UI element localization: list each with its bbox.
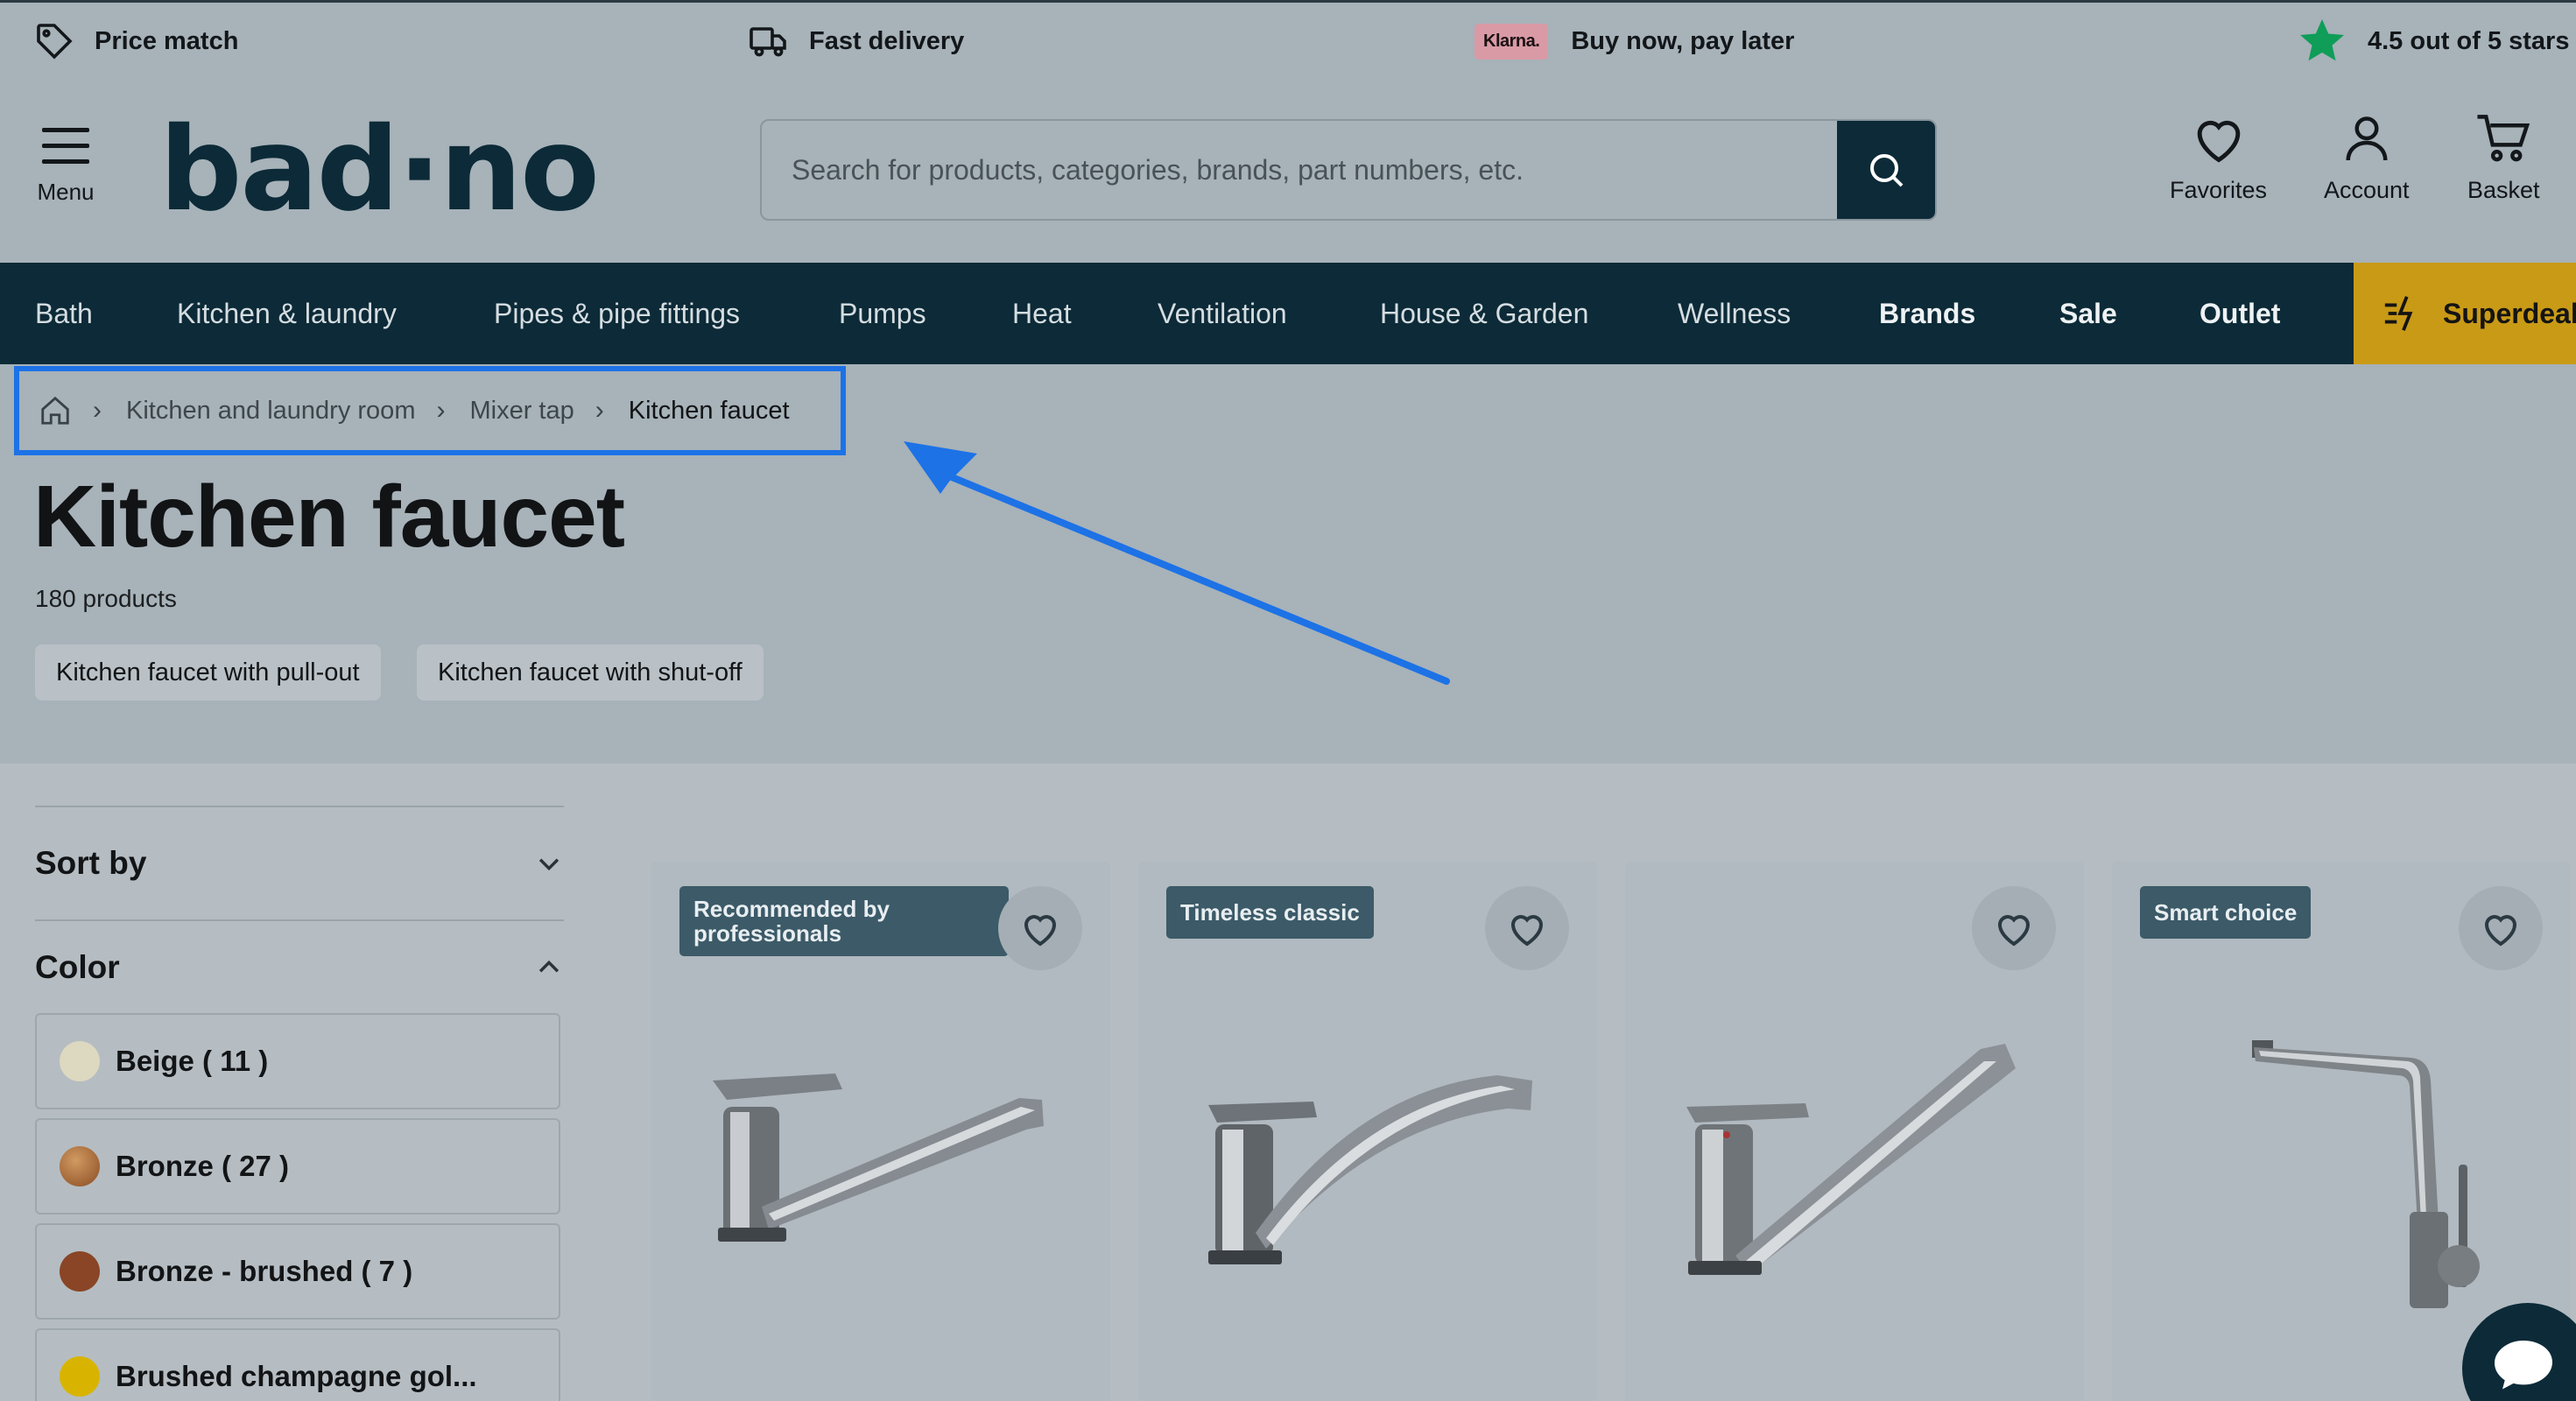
- favorite-button[interactable]: [2459, 886, 2543, 970]
- klarna-logo: Klarna.: [1475, 23, 1549, 60]
- breadcrumb-item-kitchen-laundry[interactable]: Kitchen and laundry room: [126, 397, 415, 426]
- heart-icon: [1997, 915, 2031, 947]
- nav-item-superdeal[interactable]: Superdeal: [2354, 263, 2576, 364]
- color-swatch: [60, 1251, 100, 1292]
- account-button[interactable]: Account: [2324, 112, 2410, 204]
- color-swatch: [60, 1146, 100, 1186]
- breadcrumb-item-current: Kitchen faucet: [628, 396, 790, 425]
- product-card[interactable]: Timeless classic: [1138, 862, 1597, 1401]
- chevron-right-icon: ›: [93, 396, 102, 425]
- menu-button[interactable]: Menu: [32, 126, 100, 222]
- site-logo[interactable]: bad·no: [159, 112, 600, 228]
- favorite-button[interactable]: [1485, 886, 1569, 970]
- category-nav: Bath Kitchen & laundry Pipes & pipe fitt…: [0, 263, 2576, 364]
- chevron-right-icon: ›: [595, 396, 604, 425]
- color-option-bronze-brushed[interactable]: Bronze - brushed ( 7 ): [35, 1223, 560, 1320]
- annotation-arrow: [904, 441, 1450, 685]
- color-option-label: Bronze ( 27 ): [116, 1150, 290, 1182]
- nav-item-brands[interactable]: Brands: [1879, 263, 1975, 364]
- product-badge: Timeless classic: [1166, 886, 1374, 940]
- color-filter[interactable]: Color: [35, 919, 564, 1014]
- usp-rating-label: 4.5 out of 5 stars: [2368, 26, 2570, 55]
- nav-item-pumps[interactable]: Pumps: [839, 263, 926, 364]
- nav-item-ventilation[interactable]: Ventilation: [1158, 263, 1287, 364]
- search-bar: [760, 119, 1937, 221]
- product-card[interactable]: [1625, 862, 2084, 1401]
- search-icon: [1870, 154, 1904, 187]
- product-image: [713, 1074, 1044, 1242]
- home-icon[interactable]: [39, 394, 72, 427]
- sort-by-title: Sort by: [35, 845, 147, 881]
- price-tag-icon: [37, 24, 73, 60]
- color-option-bronze[interactable]: Bronze ( 27 ): [35, 1118, 560, 1214]
- product-badge: Recommended by professionals: [679, 886, 1009, 957]
- product-count: 180 products: [35, 585, 177, 612]
- chevron-right-icon: ›: [436, 396, 446, 425]
- usp-price-match[interactable]: Price match: [33, 18, 238, 64]
- search-input[interactable]: [762, 121, 1841, 219]
- nav-item-wellness[interactable]: Wellness: [1678, 263, 1791, 364]
- chevron-down-icon: [538, 858, 560, 871]
- usp-rating[interactable]: 4.5 out of 5 stars: [2296, 18, 2569, 64]
- basket-label: Basket: [2467, 177, 2540, 203]
- chevron-up-icon: [538, 960, 560, 973]
- site-header: Menu bad·no Favorites Account Basket: [0, 77, 2576, 263]
- nav-item-pipes[interactable]: Pipes & pipe fittings: [494, 263, 740, 364]
- usp-fast-delivery-label: Fast delivery: [809, 26, 965, 55]
- heart-icon: [2197, 120, 2240, 163]
- color-option-label: Brushed champagne gol...: [116, 1360, 477, 1392]
- cart-icon: [2477, 115, 2530, 162]
- usp-bar: Price match Fast delivery Klarna. Buy no…: [0, 0, 2576, 77]
- usp-klarna[interactable]: Klarna. Buy now, pay later: [1475, 18, 1794, 64]
- color-option-beige[interactable]: Beige ( 11 ): [35, 1013, 560, 1109]
- lightning-icon: [2384, 296, 2413, 331]
- heart-icon: [2484, 915, 2517, 947]
- heart-icon: [1510, 915, 1544, 947]
- product-badge: Smart choice: [2140, 886, 2312, 940]
- color-swatch: [60, 1041, 100, 1081]
- color-swatch: [60, 1356, 100, 1397]
- product-image: [1686, 1044, 2016, 1275]
- heart-icon: [1024, 915, 1057, 947]
- color-option-label: Beige ( 11 ): [116, 1045, 269, 1077]
- usp-pay-later-label: Buy now, pay later: [1571, 26, 1795, 55]
- favorites-label: Favorites: [2170, 177, 2268, 203]
- color-option-brushed-champagne[interactable]: Brushed champagne gol...: [35, 1328, 560, 1401]
- user-icon: [2346, 116, 2388, 161]
- basket-button[interactable]: Basket: [2467, 112, 2540, 204]
- search-button[interactable]: [1837, 121, 1935, 219]
- superdeal-label: Superdeal: [2443, 297, 2576, 329]
- breadcrumb-item-mixer-tap[interactable]: Mixer tap: [469, 397, 574, 426]
- account-label: Account: [2324, 177, 2410, 203]
- nav-item-house-garden[interactable]: House & Garden: [1380, 263, 1588, 364]
- usp-fast-delivery[interactable]: Fast delivery: [748, 18, 964, 64]
- hamburger-icon: [42, 128, 89, 164]
- chip-shut-off[interactable]: Kitchen faucet with shut-off: [417, 644, 764, 700]
- color-option-label: Bronze - brushed ( 7 ): [116, 1255, 413, 1287]
- nav-item-outlet[interactable]: Outlet: [2199, 263, 2280, 364]
- product-image: [1208, 1075, 1532, 1264]
- favorites-button[interactable]: Favorites: [2170, 112, 2267, 204]
- product-card[interactable]: Recommended by professionals: [651, 862, 1110, 1401]
- nav-item-sale[interactable]: Sale: [2059, 263, 2117, 364]
- favorite-button[interactable]: [1972, 886, 2056, 970]
- chip-pull-out[interactable]: Kitchen faucet with pull-out: [35, 644, 381, 700]
- sort-by-filter[interactable]: Sort by: [35, 806, 564, 919]
- menu-label: Menu: [37, 179, 95, 205]
- nav-item-kitchen-laundry[interactable]: Kitchen & laundry: [177, 263, 397, 364]
- truck-icon: [750, 27, 786, 57]
- product-image: [2252, 1040, 2480, 1308]
- usp-price-match-label: Price match: [95, 26, 239, 55]
- nav-item-bath[interactable]: Bath: [35, 263, 93, 364]
- favorite-button[interactable]: [998, 886, 1082, 970]
- breadcrumb: › Kitchen and laundry room › Mixer tap ›…: [14, 366, 846, 455]
- nav-item-heat[interactable]: Heat: [1012, 263, 1072, 364]
- star-icon: [2300, 19, 2344, 61]
- page-title: Kitchen faucet: [33, 468, 625, 566]
- chat-bubble-icon: [2495, 1341, 2552, 1390]
- color-title: Color: [35, 949, 120, 985]
